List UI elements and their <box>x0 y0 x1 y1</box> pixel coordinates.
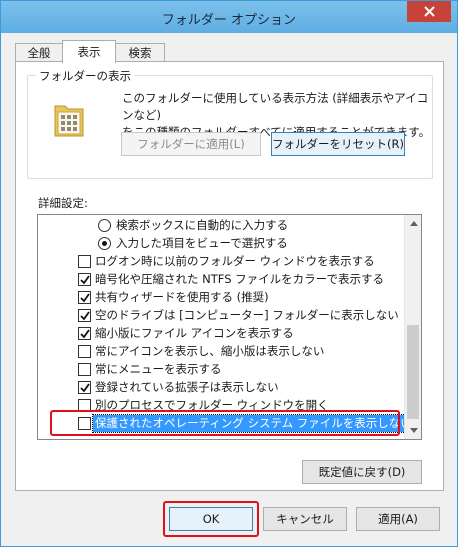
checkmark-icon <box>80 329 90 339</box>
checkbox[interactable] <box>78 273 91 286</box>
chevron-down-icon <box>409 428 418 433</box>
checkbox[interactable] <box>78 345 91 358</box>
close-icon <box>423 6 435 17</box>
folder-views-legend: フォルダーの表示 <box>36 68 134 84</box>
checkbox[interactable] <box>78 255 91 268</box>
checkbox[interactable] <box>78 291 91 304</box>
checkbox[interactable] <box>78 381 91 394</box>
tab-view[interactable]: 表示 <box>62 40 116 63</box>
vertical-scrollbar[interactable] <box>404 215 421 439</box>
tab-search[interactable]: 検索 <box>115 43 165 63</box>
radio-button[interactable] <box>98 219 111 232</box>
reset-folders-button[interactable]: フォルダーをリセット(R) <box>271 132 405 156</box>
scroll-up-button[interactable] <box>405 215 421 232</box>
view-tab-panel: フォルダーの表示 このフォルダーに使用している表示方法 (詳細表示やアイコンなど… <box>15 61 444 491</box>
apply-button[interactable]: 適用(A) <box>356 507 440 531</box>
cancel-button[interactable]: キャンセル <box>263 507 347 531</box>
checkbox[interactable] <box>78 363 91 376</box>
advanced-settings-label: 詳細設定: <box>38 196 88 210</box>
checkmark-icon <box>80 275 90 285</box>
tab-general[interactable]: 全般 <box>15 43 63 63</box>
checkbox[interactable] <box>78 309 91 322</box>
checkbox[interactable] <box>78 327 91 340</box>
ok-button[interactable]: OK <box>169 507 253 531</box>
checkmark-icon <box>80 311 90 321</box>
window-title: フォルダー オプション <box>161 13 297 28</box>
checkmark-icon <box>80 383 90 393</box>
radio-button[interactable] <box>98 237 111 250</box>
folder-view-icon <box>54 105 84 137</box>
restore-defaults-button[interactable]: 既定値に戻す(D) <box>302 460 422 484</box>
chevron-up-icon <box>409 221 418 226</box>
scroll-down-button[interactable] <box>405 422 421 439</box>
checkbox[interactable] <box>78 417 91 430</box>
apply-to-folders-button[interactable]: フォルダーに適用(L) <box>121 132 261 156</box>
folder-options-dialog: フォルダー オプション 全般 表示 検索 フォルダーの表示 このフォルダーに使用… <box>0 0 458 547</box>
folder-views-text-line1: このフォルダーに使用している表示方法 (詳細表示やアイコンなど) <box>122 91 429 122</box>
advanced-settings-list[interactable]: 検索ボックスに自動的に入力する 入力した項目をビューで選択する ログオン時に以前… <box>37 214 422 440</box>
checkbox[interactable] <box>78 399 91 412</box>
scroll-thumb[interactable] <box>407 325 419 419</box>
folder-views-group: フォルダーの表示 このフォルダーに使用している表示方法 (詳細表示やアイコンなど… <box>27 68 433 179</box>
title-bar[interactable]: フォルダー オプション <box>1 1 457 33</box>
checkmark-icon <box>80 293 90 303</box>
close-button[interactable] <box>407 1 451 22</box>
